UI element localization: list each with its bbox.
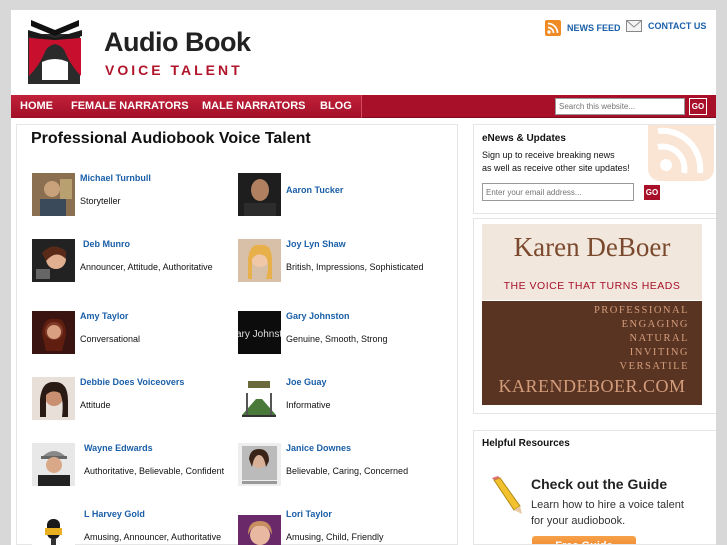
logo-icon[interactable]	[25, 16, 85, 88]
narrator-logo[interactable]	[238, 377, 281, 420]
narrator-style: Conversational	[80, 334, 141, 344]
narrator-style: Amusing, Child, Friendly	[286, 532, 384, 542]
narrator-style: Genuine, Smooth, Strong	[286, 334, 388, 344]
narrator-photo[interactable]	[238, 239, 281, 282]
narrator-photo[interactable]	[32, 443, 75, 486]
guide-title[interactable]: Check out the Guide	[531, 476, 667, 492]
narrator-photo[interactable]	[32, 311, 75, 354]
narrator-card: Deb Munro Announcer, Attitude, Authorita…	[32, 239, 247, 299]
narrator-style: Attitude	[80, 400, 111, 410]
ad-banner-top: Karen DeBoer THE VOICE THAT TURNS HEADS	[482, 224, 702, 300]
narrator-style: Believable, Caring, Concerned	[286, 466, 409, 476]
narrator-photo[interactable]	[238, 515, 281, 545]
nav-blog[interactable]: BLOG	[311, 95, 362, 118]
narrator-name-link[interactable]: Lori Taylor	[286, 509, 332, 519]
svg-text:ary Johnst: ary Johnst	[238, 329, 281, 340]
search-input[interactable]	[555, 98, 685, 115]
ad-word: PROFESSIONAL	[593, 305, 689, 316]
narrator-card: Debbie Does Voiceovers Attitude	[32, 377, 247, 437]
rss-icon	[545, 20, 561, 36]
search-go-button[interactable]: GO	[689, 98, 707, 115]
envelope-icon	[626, 20, 642, 32]
logo-subtitle[interactable]: VOICE TALENT	[105, 62, 243, 78]
ad-word: ENGAGING	[621, 319, 689, 330]
helpful-resources-widget: Helpful Resources Check out the Guide Le…	[473, 430, 716, 545]
subscribe-go-button[interactable]: GO	[643, 184, 661, 201]
news-feed-link[interactable]: NEWS FEED	[545, 20, 621, 36]
ad-tagline: THE VOICE THAT TURNS HEADS	[503, 280, 681, 292]
free-guide-button[interactable]: Free Guide	[532, 536, 636, 544]
narrator-card: Joy Lyn Shaw British, Impressions, Sophi…	[238, 239, 453, 299]
ad-word: NATURAL	[629, 333, 689, 344]
nav-female-narrators[interactable]: FEMALE NARRATORS	[62, 95, 199, 118]
narrator-card: ary Johnst Gary Johnston Genuine, Smooth…	[238, 311, 453, 371]
pencil-icon	[492, 476, 522, 514]
guide-text: for your audiobook.	[531, 515, 626, 527]
narrator-name-link[interactable]: Gary Johnston	[286, 311, 350, 321]
ad-word: INVITING	[629, 347, 689, 358]
page-title: Professional Audiobook Voice Talent	[31, 130, 311, 147]
narrator-name-link[interactable]: Joe Guay	[286, 377, 327, 387]
narrator-card: Lori Taylor Amusing, Child, Friendly	[238, 509, 453, 545]
enews-widget: eNews & Updates Sign up to receive break…	[473, 124, 716, 214]
news-feed-label: NEWS FEED	[567, 23, 621, 33]
ad-url: KARENDEBOER.COM	[498, 376, 686, 396]
narrator-photo[interactable]	[32, 173, 75, 216]
narrator-name-link[interactable]: Aaron Tucker	[286, 185, 343, 195]
narrator-name-link[interactable]: Michael Turnbull	[80, 173, 151, 183]
narrator-style: Storyteller	[80, 196, 121, 206]
email-field[interactable]	[482, 183, 634, 201]
narrator-photo[interactable]	[32, 239, 75, 282]
narrator-card: Michael Turnbull Storyteller	[32, 173, 247, 233]
narrator-style: Announcer, Attitude, Authoritative	[80, 262, 213, 272]
nav-home[interactable]: HOME	[11, 95, 63, 118]
narrator-photo[interactable]	[238, 443, 281, 486]
narrator-card: Amy Taylor Conversational	[32, 311, 247, 371]
narrator-name-link[interactable]: Wayne Edwards	[84, 443, 153, 453]
ad-banner-bottom: PROFESSIONAL ENGAGING NATURAL INVITING V…	[482, 301, 702, 405]
rss-icon	[648, 125, 714, 181]
microphone-icon[interactable]	[32, 515, 75, 545]
narrator-photo[interactable]	[238, 173, 281, 216]
narrator-name-link[interactable]: Joy Lyn Shaw	[286, 239, 346, 249]
contact-us-link[interactable]: CONTACT US	[626, 20, 706, 32]
page: Audio Book VOICE TALENT NEWS FEED CONTAC…	[11, 10, 716, 545]
nav-male-narrators[interactable]: MALE NARRATORS	[193, 95, 316, 118]
enews-title: eNews & Updates	[482, 133, 566, 144]
guide-text: Learn how to hire a voice talent	[531, 499, 684, 511]
narrator-card: Wayne Edwards Authoritative, Believable,…	[32, 443, 247, 503]
ad-name: Karen DeBoer	[513, 232, 671, 262]
narrator-name-link[interactable]: Janice Downes	[286, 443, 351, 453]
narrator-name-link[interactable]: Amy Taylor	[80, 311, 128, 321]
logo-title[interactable]: Audio Book	[104, 27, 251, 58]
resources-title: Helpful Resources	[482, 438, 570, 449]
narrator-style: Authoritative, Believable, Confident	[84, 466, 225, 476]
karen-deboer-ad[interactable]: Karen DeBoer THE VOICE THAT TURNS HEADS …	[473, 218, 716, 414]
narrator-name-link[interactable]: Debbie Does Voiceovers	[80, 377, 184, 387]
narrator-card: L Harvey Gold Amusing, Announcer, Author…	[32, 509, 247, 545]
ad-word: VERSATILE	[619, 361, 689, 372]
enews-text: as well as receive other site updates!	[482, 163, 630, 173]
narrator-card: Joe Guay Informative	[238, 377, 453, 437]
narrator-name-link[interactable]: Deb Munro	[83, 239, 130, 249]
narrator-photo[interactable]	[32, 377, 75, 420]
contact-us-label: CONTACT US	[648, 21, 707, 31]
narrator-name-link[interactable]: L Harvey Gold	[84, 509, 145, 519]
narrator-photo[interactable]: ary Johnst	[238, 311, 281, 354]
narrator-style: Amusing, Announcer, Authoritative	[84, 532, 222, 542]
narrator-style: British, Impressions, Sophisticated	[286, 262, 424, 272]
narrator-card: Aaron Tucker	[238, 173, 453, 233]
enews-text: Sign up to receive breaking news	[482, 150, 615, 160]
narrator-style: Informative	[286, 400, 331, 410]
main-content: Professional Audiobook Voice Talent Mich…	[16, 124, 458, 545]
narrator-card: Janice Downes Believable, Caring, Concer…	[238, 443, 453, 503]
